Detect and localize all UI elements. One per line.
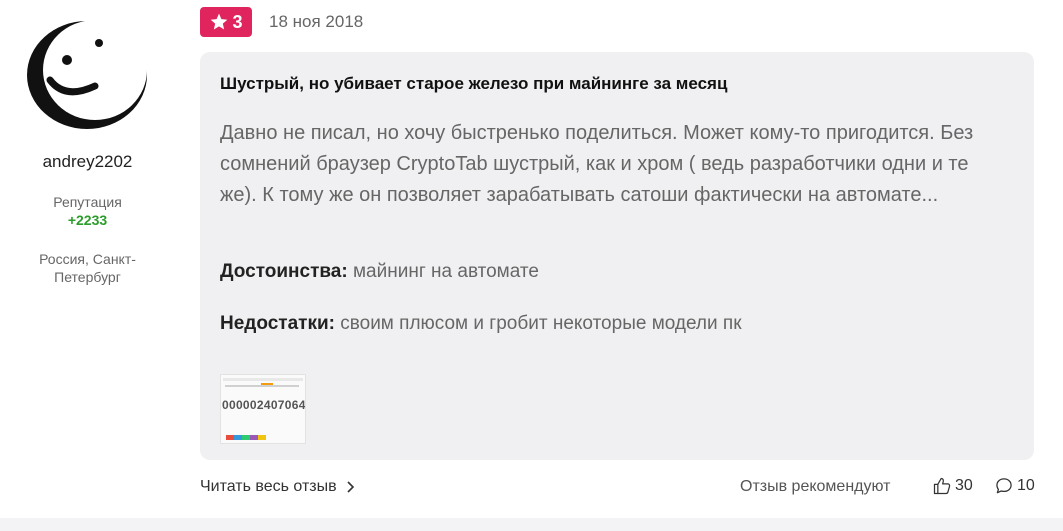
reputation-label: Репутация [53, 194, 122, 210]
cons-text: своим плюсом и гробит некоторые модели п… [340, 313, 742, 334]
review-body: Давно не писал, но хочу быстренько подел… [220, 122, 974, 206]
thumbs-up-icon [933, 477, 951, 495]
review-card: Шустрый, но убивает старое железо при ма… [200, 52, 1034, 460]
recommend-label: Отзыв рекомендуют [740, 478, 891, 495]
rating-value: 3 [232, 11, 243, 32]
reputation-value: +2233 [67, 212, 108, 228]
comments-button[interactable]: 10 [994, 476, 1035, 496]
thumbnail-number: 000002407064 [222, 398, 306, 412]
cons-label: Недостатки: [220, 313, 335, 334]
thumbnail-icons [226, 435, 266, 440]
pros-label: Достоинства: [220, 261, 348, 282]
author-location: Россия, Санкт-Петербург [39, 251, 136, 285]
thumbnail-header [223, 378, 303, 381]
like-button[interactable]: 30 [932, 476, 973, 496]
author-panel: andrey2202 Репутация +2233 Россия, Санкт… [0, 0, 175, 531]
star-icon [211, 13, 228, 30]
review-image-thumbnail[interactable]: 000002407064 [220, 374, 306, 444]
comment-bubble-icon [996, 478, 1012, 494]
likes-count: 30 [955, 477, 973, 494]
rating-badge: 3 [200, 7, 252, 37]
comments-count: 10 [1017, 477, 1035, 494]
avatar[interactable] [25, 20, 149, 130]
author-username[interactable]: andrey2202 [0, 152, 175, 172]
read-more-label: Читать весь отзыв [200, 478, 337, 495]
review-title[interactable]: Шустрый, но убивает старое железо при ма… [220, 74, 727, 94]
pros-text: майнинг на автомате [352, 261, 539, 282]
review-cons: Недостатки: своим плюсом и гробит некото… [220, 313, 742, 335]
thumbnail-divider [225, 385, 299, 387]
review-date: 18 ноя 2018 [269, 12, 364, 31]
review-pros: Достоинства: майнинг на автомате [220, 261, 539, 283]
bottom-divider [0, 518, 1063, 531]
chevron-right-icon [347, 481, 354, 493]
read-more-link[interactable]: Читать весь отзыв [200, 478, 355, 496]
